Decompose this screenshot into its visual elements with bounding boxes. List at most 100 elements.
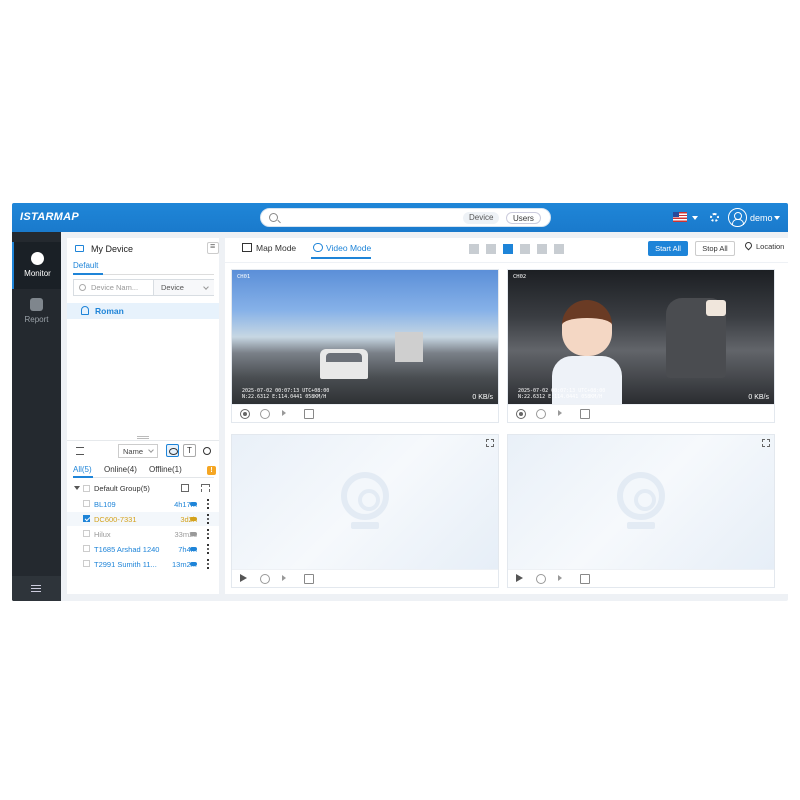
list-toolbar: Name T bbox=[67, 443, 219, 461]
more-options-icon[interactable] bbox=[207, 529, 209, 539]
pause-icon[interactable] bbox=[260, 574, 270, 584]
device-row[interactable]: DC600-7331 3d2h bbox=[67, 512, 219, 526]
layout-9-icon[interactable] bbox=[537, 244, 547, 254]
search-icon bbox=[79, 284, 86, 291]
snapshot-icon[interactable] bbox=[580, 409, 590, 419]
group-details-icon[interactable] bbox=[181, 484, 189, 492]
video-tile-1[interactable]: CH01 2025-07-02 00:07:13 UTC+08:00 N:22.6… bbox=[231, 269, 499, 423]
device-name: Hilux bbox=[94, 530, 111, 539]
video-tile-4[interactable] bbox=[507, 434, 775, 588]
device-checkbox[interactable] bbox=[83, 560, 90, 567]
group-tree-icon[interactable] bbox=[201, 484, 210, 492]
caret-down-icon[interactable] bbox=[74, 486, 80, 490]
video-feed[interactable]: CH02 2025-07-02 00:07:13 UTC+08:00 N:22.6… bbox=[508, 270, 774, 404]
nav-monitor[interactable]: Monitor bbox=[12, 242, 61, 289]
username[interactable]: demo bbox=[750, 213, 773, 223]
layout-1-icon[interactable] bbox=[469, 244, 479, 254]
layout-2-icon[interactable] bbox=[486, 244, 496, 254]
more-options-icon[interactable] bbox=[207, 544, 209, 554]
search-bar[interactable]: Device Users bbox=[260, 208, 551, 227]
play-icon[interactable] bbox=[240, 574, 247, 582]
volume-icon[interactable] bbox=[558, 410, 562, 416]
layout-16-icon[interactable] bbox=[554, 244, 564, 254]
channel-label: CH01 bbox=[237, 274, 251, 280]
eye-icon[interactable] bbox=[166, 444, 179, 457]
nav-report-label: Report bbox=[24, 315, 49, 324]
tree-node-user[interactable]: Roman bbox=[67, 303, 219, 319]
pause-icon[interactable] bbox=[260, 409, 270, 419]
status-tab-underline bbox=[73, 476, 214, 478]
more-options-icon[interactable] bbox=[207, 559, 209, 569]
snapshot-icon[interactable] bbox=[580, 574, 590, 584]
menu-toggle-button[interactable] bbox=[12, 576, 61, 601]
device-name-input[interactable]: Device Nam... bbox=[91, 283, 138, 292]
volume-icon[interactable] bbox=[282, 410, 286, 416]
layout-4-icon[interactable] bbox=[503, 244, 513, 254]
expand-icon[interactable] bbox=[486, 439, 494, 447]
volume-icon[interactable] bbox=[282, 575, 286, 581]
device-filter: Device Nam... Device bbox=[73, 279, 214, 296]
more-options-icon[interactable] bbox=[207, 499, 209, 509]
tab-map-mode[interactable]: Map Mode bbox=[256, 243, 296, 253]
location-button[interactable]: Location bbox=[745, 242, 784, 251]
panel-menu-button[interactable] bbox=[207, 241, 219, 254]
record-icon[interactable] bbox=[240, 409, 250, 419]
video-placeholder[interactable] bbox=[232, 435, 498, 569]
battery-icon bbox=[190, 517, 197, 521]
chevron-down-icon[interactable] bbox=[692, 216, 698, 220]
webcam-icon bbox=[615, 472, 667, 532]
volume-icon[interactable] bbox=[558, 575, 562, 581]
us-flag-icon[interactable] bbox=[673, 212, 687, 222]
group-checkbox[interactable] bbox=[83, 485, 90, 492]
osd-line: N:22.6312 E:114.0441 058KM/H bbox=[518, 394, 603, 400]
warning-icon[interactable]: ! bbox=[207, 466, 216, 475]
search-scope-device[interactable]: Device bbox=[463, 212, 500, 224]
video-placeholder[interactable] bbox=[508, 435, 774, 569]
video-controls bbox=[232, 404, 498, 422]
nav-report[interactable]: Report bbox=[12, 288, 61, 335]
snapshot-icon[interactable] bbox=[304, 574, 314, 584]
play-icon[interactable] bbox=[516, 574, 523, 582]
device-checkbox[interactable] bbox=[83, 530, 90, 537]
tab-online[interactable]: Online(4) bbox=[104, 465, 137, 474]
pause-icon[interactable] bbox=[536, 409, 546, 419]
record-icon[interactable] bbox=[516, 409, 526, 419]
text-toggle-button[interactable]: T bbox=[183, 444, 196, 457]
device-row[interactable]: T1685 Arshad 1240 7h4m bbox=[67, 542, 219, 556]
device-checkbox[interactable] bbox=[83, 545, 90, 552]
user-menu-chevron-icon[interactable] bbox=[774, 216, 780, 220]
snapshot-icon[interactable] bbox=[304, 409, 314, 419]
filter-type-select[interactable]: Device bbox=[153, 280, 214, 295]
video-feed[interactable]: CH01 2025-07-02 00:07:13 UTC+08:00 N:22.6… bbox=[232, 270, 498, 404]
device-row[interactable]: BL109 4h17m bbox=[67, 497, 219, 511]
video-tile-3[interactable] bbox=[231, 434, 499, 588]
road-car bbox=[320, 349, 368, 379]
divider bbox=[67, 440, 219, 441]
gear-icon[interactable] bbox=[710, 213, 719, 222]
device-group-row[interactable]: Default Group(5) bbox=[67, 481, 219, 496]
expand-icon[interactable] bbox=[762, 439, 770, 447]
hamburger-icon-line bbox=[31, 591, 41, 593]
search-scope-users[interactable]: Users bbox=[506, 212, 541, 224]
device-checkbox[interactable] bbox=[83, 515, 90, 522]
sort-select[interactable]: Name bbox=[118, 444, 158, 458]
video-controls bbox=[508, 404, 774, 422]
start-all-button[interactable]: Start All bbox=[648, 241, 688, 256]
tab-video-mode[interactable]: Video Mode bbox=[326, 243, 371, 253]
more-options-icon[interactable] bbox=[207, 514, 209, 524]
stop-all-button[interactable]: Stop All bbox=[695, 241, 735, 256]
sort-icon[interactable] bbox=[76, 447, 84, 455]
top-bar: ISTARMAP Device Users demo bbox=[12, 203, 788, 232]
tab-all[interactable]: All(5) bbox=[73, 465, 92, 474]
device-checkbox[interactable] bbox=[83, 500, 90, 507]
device-row[interactable]: T2991 Sumith 11... 13m2... bbox=[67, 557, 219, 571]
tab-offline[interactable]: Offline(1) bbox=[149, 465, 182, 474]
locate-icon[interactable] bbox=[200, 444, 213, 457]
panel-resize-handle[interactable] bbox=[137, 436, 149, 439]
user-avatar-icon[interactable] bbox=[728, 208, 747, 227]
device-row[interactable]: Hilux 33m2s bbox=[67, 527, 219, 541]
layout-6-icon[interactable] bbox=[520, 244, 530, 254]
tab-default[interactable]: Default bbox=[73, 261, 98, 270]
video-tile-2[interactable]: CH02 2025-07-02 00:07:13 UTC+08:00 N:22.6… bbox=[507, 269, 775, 423]
pause-icon[interactable] bbox=[536, 574, 546, 584]
